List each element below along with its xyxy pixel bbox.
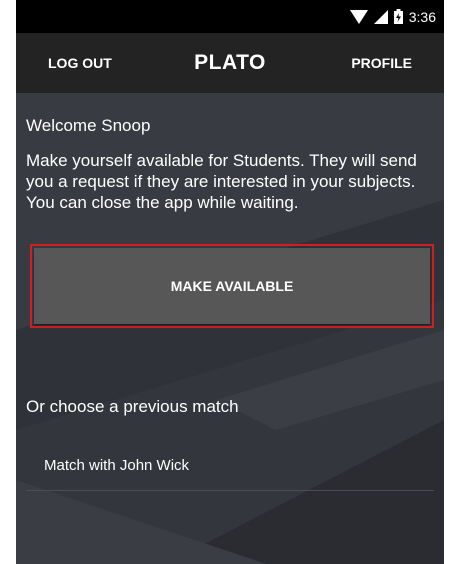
app-screen: 3:36 LOG OUT PLATO PROFILE Welcome Snoop… — [16, 0, 444, 564]
match-label: Match with John Wick — [44, 456, 190, 474]
welcome-text: Welcome Snoop — [26, 116, 151, 135]
description-text: Make yourself available for Students. Th… — [26, 151, 417, 212]
previous-matches-heading: Or choose a previous match — [26, 397, 239, 416]
signal-icon — [373, 9, 388, 24]
make-available-highlight: MAKE AVAILABLE — [30, 244, 434, 328]
clock-time: 3:36 — [408, 8, 436, 25]
app-bar: LOG OUT PLATO PROFILE — [16, 33, 444, 93]
wifi-icon — [349, 9, 368, 24]
battery-icon — [393, 9, 403, 24]
profile-button[interactable]: PROFILE — [351, 33, 412, 93]
list-item-previous-match[interactable]: Match with John Wick — [26, 440, 434, 491]
status-bar: 3:36 — [16, 0, 444, 33]
make-available-button[interactable]: MAKE AVAILABLE — [34, 248, 430, 324]
